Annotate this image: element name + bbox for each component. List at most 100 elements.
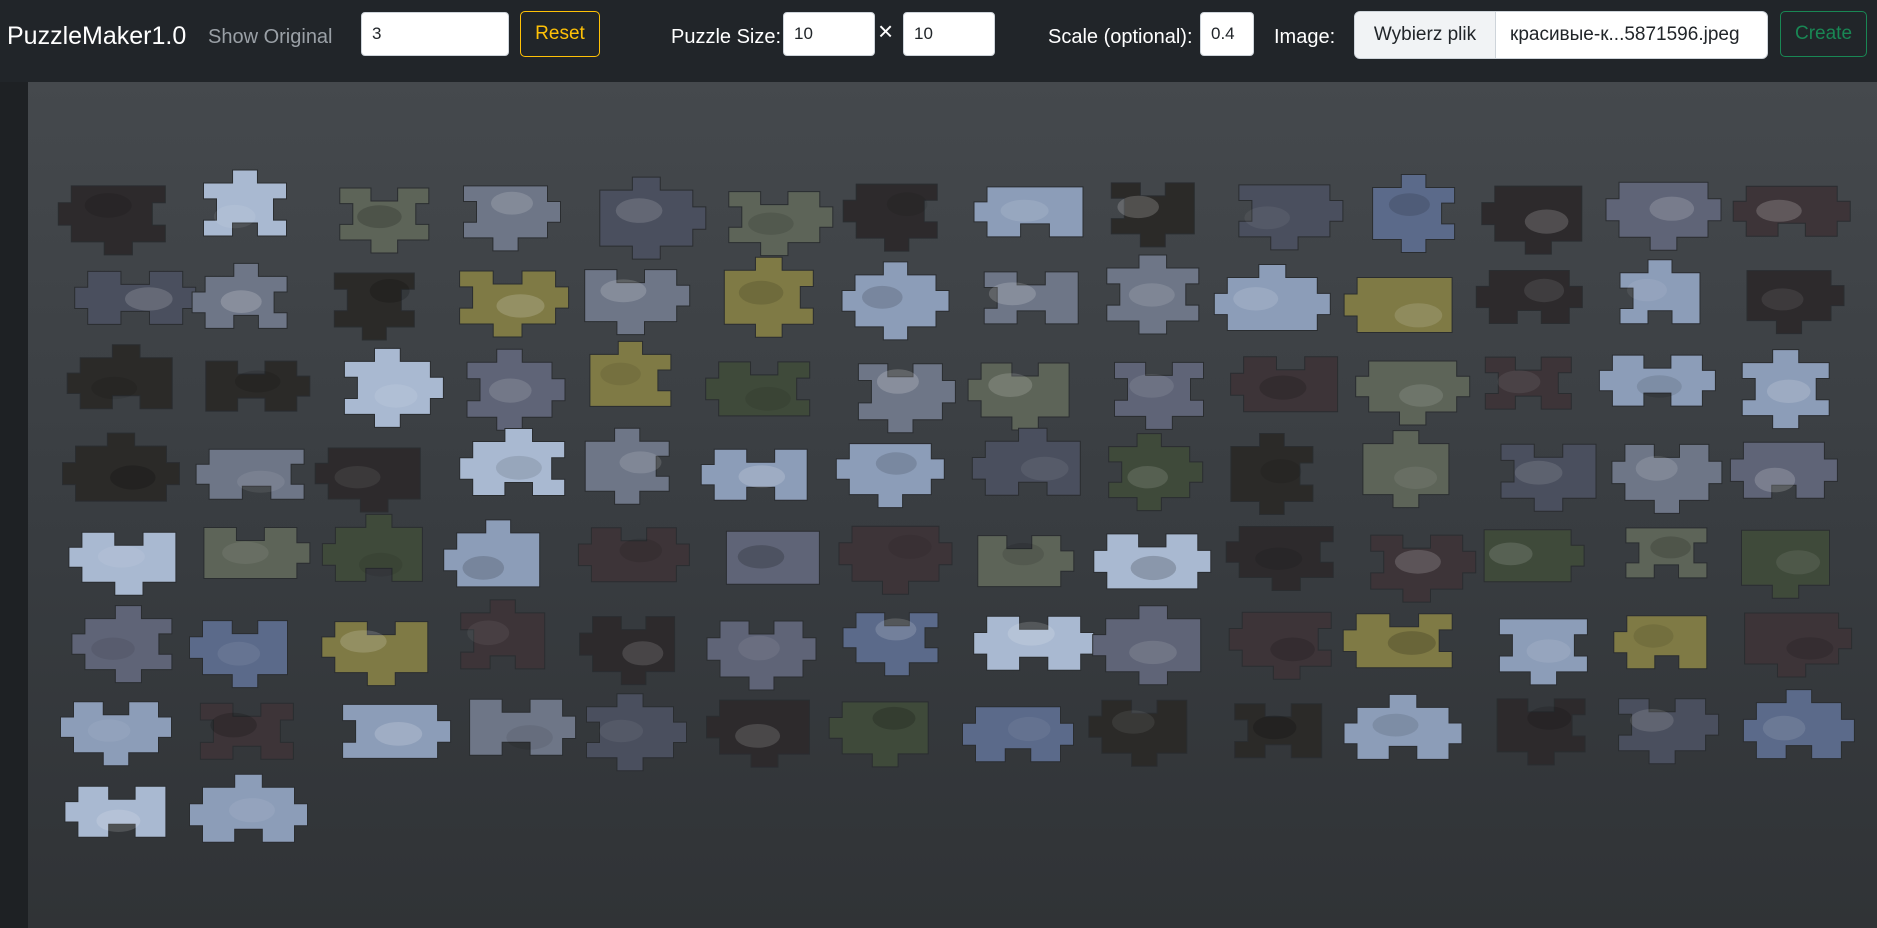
- puzzle-piece[interactable]: [705, 361, 811, 417]
- puzzle-piece[interactable]: [841, 261, 950, 341]
- puzzle-piece[interactable]: [723, 256, 814, 338]
- puzzle-piece[interactable]: [191, 262, 288, 329]
- puzzle-piece[interactable]: [466, 348, 566, 431]
- puzzle-piece[interactable]: [203, 527, 311, 579]
- puzzle-piece[interactable]: [1230, 433, 1314, 515]
- puzzle-piece[interactable]: [469, 698, 577, 756]
- puzzle-piece[interactable]: [1741, 529, 1830, 599]
- puzzle-piece[interactable]: [66, 344, 173, 410]
- puzzle-piece[interactable]: [1093, 533, 1212, 590]
- puzzle-piece[interactable]: [74, 270, 197, 325]
- puzzle-piece[interactable]: [339, 187, 430, 254]
- puzzle-piece[interactable]: [321, 513, 423, 582]
- puzzle-piece[interactable]: [1355, 360, 1471, 426]
- puzzle-piece[interactable]: [1362, 430, 1450, 509]
- puzzle-piece[interactable]: [1108, 433, 1204, 512]
- puzzle-piece[interactable]: [577, 527, 690, 583]
- puzzle-piece[interactable]: [1088, 699, 1188, 767]
- puzzle-piece[interactable]: [967, 362, 1070, 431]
- puzzle-piece[interactable]: [1742, 689, 1855, 760]
- puzzle-piece[interactable]: [1343, 693, 1463, 760]
- puzzle-piece[interactable]: [971, 427, 1081, 496]
- puzzle-piece[interactable]: [1228, 611, 1332, 680]
- puzzle-piece[interactable]: [1225, 526, 1334, 591]
- choose-file-button[interactable]: Wybierz plik: [1355, 12, 1496, 58]
- app-brand[interactable]: PuzzleMaker1.0: [7, 20, 186, 52]
- puzzle-piece[interactable]: [1741, 349, 1830, 430]
- puzzle-piece[interactable]: [71, 605, 173, 684]
- puzzle-piece[interactable]: [728, 191, 834, 257]
- puzzle-piece[interactable]: [1496, 698, 1586, 766]
- puzzle-piece[interactable]: [459, 428, 566, 496]
- puzzle-piece[interactable]: [1619, 259, 1701, 325]
- puzzle-piece[interactable]: [1483, 529, 1585, 583]
- puzzle-piece[interactable]: [1230, 356, 1339, 413]
- puzzle-piece[interactable]: [725, 530, 820, 585]
- puzzle-piece[interactable]: [586, 693, 687, 772]
- puzzle-piece[interactable]: [700, 448, 808, 501]
- puzzle-piece[interactable]: [189, 620, 288, 689]
- puzzle-piece[interactable]: [333, 272, 415, 341]
- puzzle-piece[interactable]: [1729, 441, 1838, 499]
- create-button[interactable]: Create: [1780, 11, 1867, 57]
- puzzle-piece[interactable]: [459, 270, 570, 338]
- puzzle-piece[interactable]: [1498, 618, 1588, 686]
- puzzle-piece[interactable]: [1605, 181, 1722, 251]
- puzzle-piece[interactable]: [460, 599, 546, 670]
- puzzle-piece[interactable]: [828, 701, 929, 768]
- puzzle-piece[interactable]: [857, 363, 956, 434]
- puzzle-piece[interactable]: [1744, 612, 1853, 678]
- puzzle-piece[interactable]: [962, 706, 1074, 763]
- puzzle-piece[interactable]: [1370, 534, 1477, 603]
- puzzle-piece[interactable]: [64, 785, 167, 838]
- puzzle-piece[interactable]: [314, 447, 421, 513]
- puzzle-piece[interactable]: [1092, 605, 1202, 686]
- puzzle-piece[interactable]: [1613, 615, 1708, 670]
- puzzle-piece[interactable]: [60, 701, 172, 767]
- puzzle-piece[interactable]: [1238, 184, 1344, 251]
- puzzle-piece[interactable]: [1618, 698, 1720, 765]
- puzzle-piece[interactable]: [1372, 174, 1456, 253]
- puzzle-piece[interactable]: [1481, 185, 1583, 255]
- puzzle-piece[interactable]: [706, 699, 810, 768]
- puzzle-piece[interactable]: [1106, 254, 1200, 335]
- puzzle-piece[interactable]: [584, 427, 670, 505]
- puzzle-piece[interactable]: [706, 620, 817, 691]
- puzzle-piece[interactable]: [463, 185, 561, 252]
- puzzle-piece[interactable]: [835, 443, 945, 509]
- puzzle-cols-input[interactable]: [903, 12, 995, 56]
- puzzle-piece[interactable]: [1484, 356, 1572, 410]
- puzzle-piece[interactable]: [1475, 270, 1583, 324]
- puzzle-piece[interactable]: [842, 183, 938, 252]
- puzzle-piece[interactable]: [189, 773, 308, 843]
- puzzle-piece[interactable]: [203, 169, 287, 237]
- puzzle-piece[interactable]: [1343, 277, 1453, 333]
- puzzle-piece[interactable]: [977, 535, 1075, 588]
- puzzle-piece[interactable]: [1213, 264, 1331, 331]
- puzzle-piece[interactable]: [838, 525, 953, 595]
- puzzle-piece[interactable]: [343, 347, 444, 428]
- puzzle-piece[interactable]: [842, 612, 939, 677]
- puzzle-piece[interactable]: [1500, 443, 1597, 512]
- puzzle-rows-input[interactable]: [783, 12, 875, 56]
- puzzle-piece[interactable]: [199, 702, 294, 760]
- show-original-link[interactable]: Show Original: [208, 24, 333, 50]
- puzzle-piece[interactable]: [579, 616, 676, 686]
- puzzle-piece[interactable]: [973, 186, 1084, 238]
- puzzle-piece[interactable]: [195, 448, 305, 500]
- puzzle-piece[interactable]: [342, 703, 452, 759]
- puzzle-piece[interactable]: [1598, 354, 1716, 407]
- puzzle-piece[interactable]: [584, 269, 691, 336]
- puzzle-piece[interactable]: [599, 176, 707, 260]
- seed-input[interactable]: [361, 12, 509, 56]
- puzzle-piece[interactable]: [1114, 361, 1204, 430]
- puzzle-piece[interactable]: [57, 185, 166, 256]
- puzzle-piece[interactable]: [1611, 443, 1723, 514]
- puzzle-piece[interactable]: [443, 519, 541, 588]
- puzzle-piece[interactable]: [1625, 527, 1708, 579]
- image-file-input[interactable]: Wybierz plik красивые-к...5871596.jpeg: [1354, 11, 1768, 59]
- puzzle-piece[interactable]: [1732, 185, 1851, 237]
- scale-input[interactable]: [1200, 12, 1254, 56]
- puzzle-piece[interactable]: [1110, 182, 1195, 248]
- puzzle-piece[interactable]: [589, 340, 672, 407]
